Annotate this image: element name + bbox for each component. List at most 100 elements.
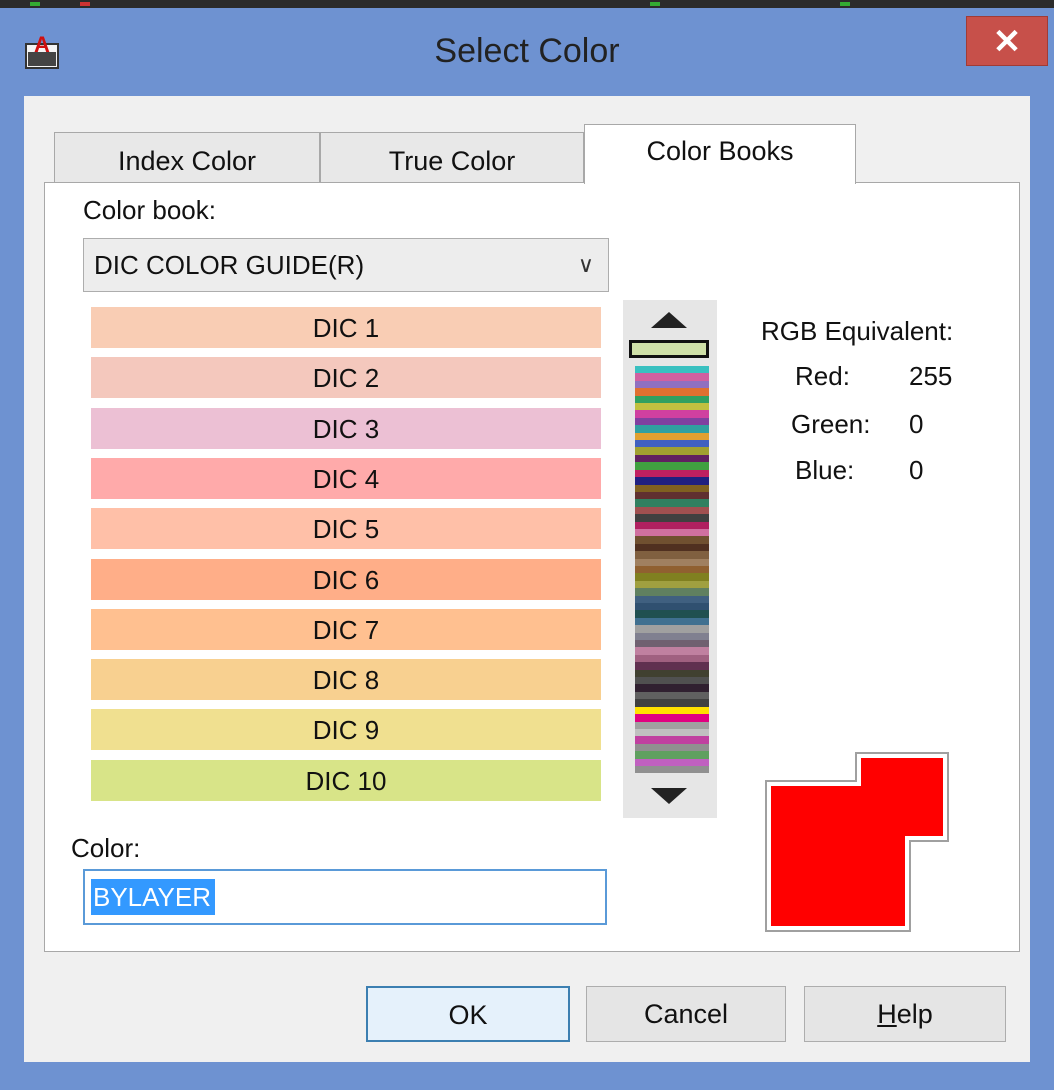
color-field-label: Color: [71, 833, 141, 863]
strip-color-band[interactable] [635, 684, 709, 692]
color-book-select[interactable]: DIC COLOR GUIDE(R) ∨ [83, 238, 609, 292]
strip-color-band[interactable] [635, 647, 709, 655]
strip-color-band[interactable] [635, 536, 709, 544]
strip-color-band[interactable] [635, 373, 709, 381]
strip-color-band[interactable] [635, 573, 709, 581]
strip-color-band[interactable] [635, 432, 709, 441]
scroll-up-icon[interactable] [651, 312, 687, 328]
color-name-input[interactable]: BYLAYER [83, 869, 607, 925]
green-label: Green: [791, 409, 871, 439]
strip-color-band[interactable] [635, 736, 709, 744]
strip-color-band[interactable] [635, 514, 709, 522]
strip-color-band[interactable] [635, 758, 709, 766]
background-strip [0, 0, 1054, 8]
strip-color-band[interactable] [635, 669, 709, 678]
blue-value: 0 [909, 455, 924, 485]
dialog-client: Index Color True Color Color Books Color… [24, 96, 1030, 1062]
strip-color-band[interactable] [635, 728, 709, 737]
strip-color-band[interactable] [635, 469, 709, 478]
strip-color-band[interactable] [635, 551, 709, 559]
strip-color-band[interactable] [635, 528, 709, 537]
color-book-entry[interactable]: DIC 5 [91, 508, 601, 550]
strip-color-band[interactable] [635, 617, 709, 626]
select-color-dialog: A Select Color ✕ Index Color True Color … [0, 0, 1054, 1090]
strip-color-band[interactable] [635, 388, 709, 396]
strip-color-band[interactable] [635, 499, 709, 507]
strip-color-band[interactable] [635, 447, 709, 455]
strip-color-band[interactable] [635, 588, 709, 596]
strip-color-band[interactable] [635, 395, 709, 404]
strip-color-band[interactable] [635, 706, 709, 715]
strip-color-band[interactable] [635, 380, 709, 389]
color-name-value[interactable]: BYLAYER [91, 879, 216, 915]
strip-color-band[interactable] [635, 366, 709, 374]
tab-index-color[interactable]: Index Color [54, 132, 320, 188]
strip-color-band[interactable] [635, 632, 709, 641]
strip-color-band[interactable] [635, 410, 709, 418]
strip-color-band[interactable] [635, 440, 709, 448]
strip-color-band[interactable] [635, 654, 709, 663]
strip-color-band[interactable] [635, 603, 709, 611]
color-book-selected: DIC COLOR GUIDE(R) [94, 250, 365, 280]
color-preview [765, 752, 949, 932]
strip-color-band[interactable] [635, 565, 709, 574]
strip-color-band[interactable] [635, 765, 709, 774]
close-button[interactable]: ✕ [966, 16, 1048, 66]
strip-color-band[interactable] [635, 699, 709, 707]
strip-color-band[interactable] [635, 484, 709, 492]
ok-button[interactable]: OK [366, 986, 570, 1042]
strip-color-band[interactable] [635, 521, 709, 529]
color-strip-scroller[interactable] [623, 300, 717, 818]
red-value: 255 [909, 361, 953, 391]
color-book-entry[interactable]: DIC 1 [91, 307, 601, 348]
help-button[interactable]: Help [804, 986, 1006, 1042]
strip-color-band[interactable] [635, 595, 709, 603]
strip-color-band[interactable] [635, 625, 709, 633]
strip-color-band[interactable] [635, 558, 709, 566]
strip-color-band[interactable] [635, 691, 709, 700]
help-accelerator: H [877, 999, 897, 1029]
color-book-entry[interactable]: DIC 10 [91, 759, 601, 801]
strip-color-band[interactable] [635, 425, 709, 433]
strip-thumb[interactable] [629, 340, 709, 358]
green-value: 0 [909, 409, 924, 439]
color-book-entry[interactable]: DIC 9 [91, 709, 601, 751]
strip-color-band[interactable] [635, 506, 709, 515]
tab-color-books[interactable]: Color Books [584, 124, 856, 184]
strip-color-band[interactable] [635, 477, 709, 485]
strip-color-band[interactable] [635, 751, 709, 759]
strip-color-band[interactable] [635, 721, 709, 729]
strip-color-band[interactable] [635, 454, 709, 463]
color-book-entry[interactable]: DIC 8 [91, 659, 601, 701]
color-book-entry[interactable]: DIC 3 [91, 407, 601, 449]
color-book-entry[interactable]: DIC 7 [91, 608, 601, 650]
color-book-entry[interactable]: DIC 2 [91, 357, 601, 399]
strip-color-band[interactable] [635, 417, 709, 426]
red-label: Red: [795, 361, 850, 391]
strip-color-band[interactable] [635, 462, 709, 470]
strip-color-band[interactable] [635, 677, 709, 685]
strip-color-band[interactable] [635, 580, 709, 589]
blue-label: Blue: [795, 455, 855, 485]
color-book-entry[interactable]: DIC 6 [91, 558, 601, 600]
color-book-label: Color book: [83, 195, 216, 225]
strip-color-band[interactable] [635, 640, 709, 648]
window-title: Select Color [434, 32, 620, 70]
rgb-title: RGB Equivalent: [761, 316, 954, 346]
cancel-button[interactable]: Cancel [586, 986, 786, 1042]
strip-color-band[interactable] [635, 714, 709, 722]
color-strip[interactable] [635, 366, 709, 774]
color-books-panel: Color book: DIC COLOR GUIDE(R) ∨ DIC 1 DI… [44, 182, 1020, 952]
strip-color-band[interactable] [635, 403, 709, 411]
help-label: elp [896, 999, 933, 1029]
strip-color-band[interactable] [635, 662, 709, 670]
strip-color-band[interactable] [635, 543, 709, 552]
scroll-down-icon[interactable] [651, 788, 687, 804]
strip-color-band[interactable] [635, 743, 709, 752]
strip-color-band[interactable] [635, 491, 709, 500]
color-book-entry[interactable]: DIC 4 [91, 457, 601, 499]
title-bar: A Select Color ✕ [0, 8, 1054, 94]
chevron-down-icon: ∨ [577, 252, 594, 277]
strip-color-band[interactable] [635, 610, 709, 618]
tab-true-color[interactable]: True Color [320, 132, 584, 188]
